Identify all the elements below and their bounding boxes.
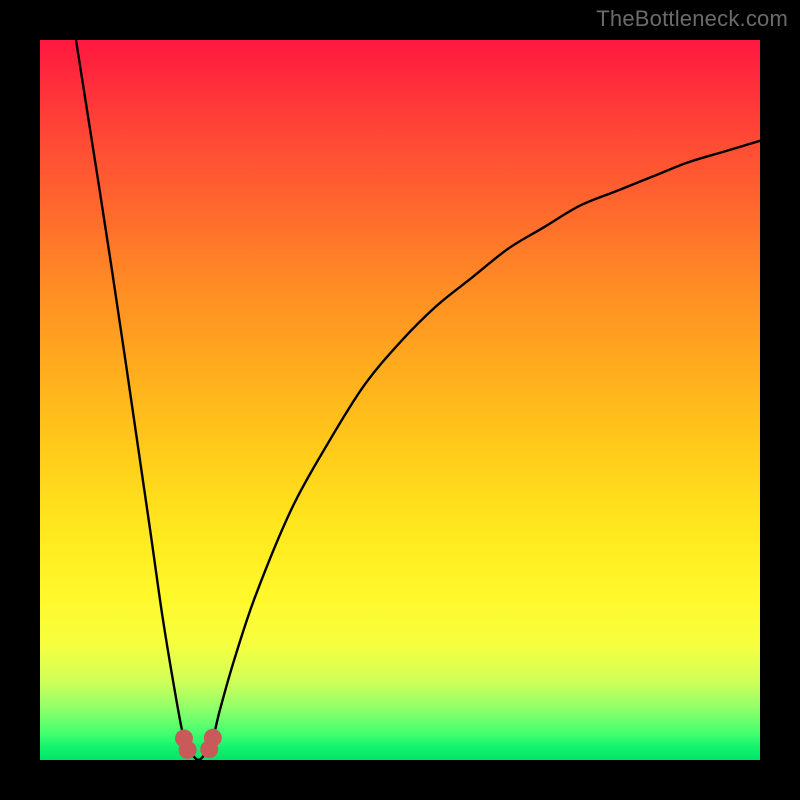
bottleneck-curve xyxy=(76,40,760,760)
watermark-text: TheBottleneck.com xyxy=(596,6,788,32)
curve-markers xyxy=(175,729,222,759)
chart-frame: TheBottleneck.com xyxy=(0,0,800,800)
plot-area xyxy=(40,40,760,760)
bottleneck-curve-svg xyxy=(40,40,760,760)
curve-marker xyxy=(179,741,197,759)
curve-marker xyxy=(204,729,222,747)
